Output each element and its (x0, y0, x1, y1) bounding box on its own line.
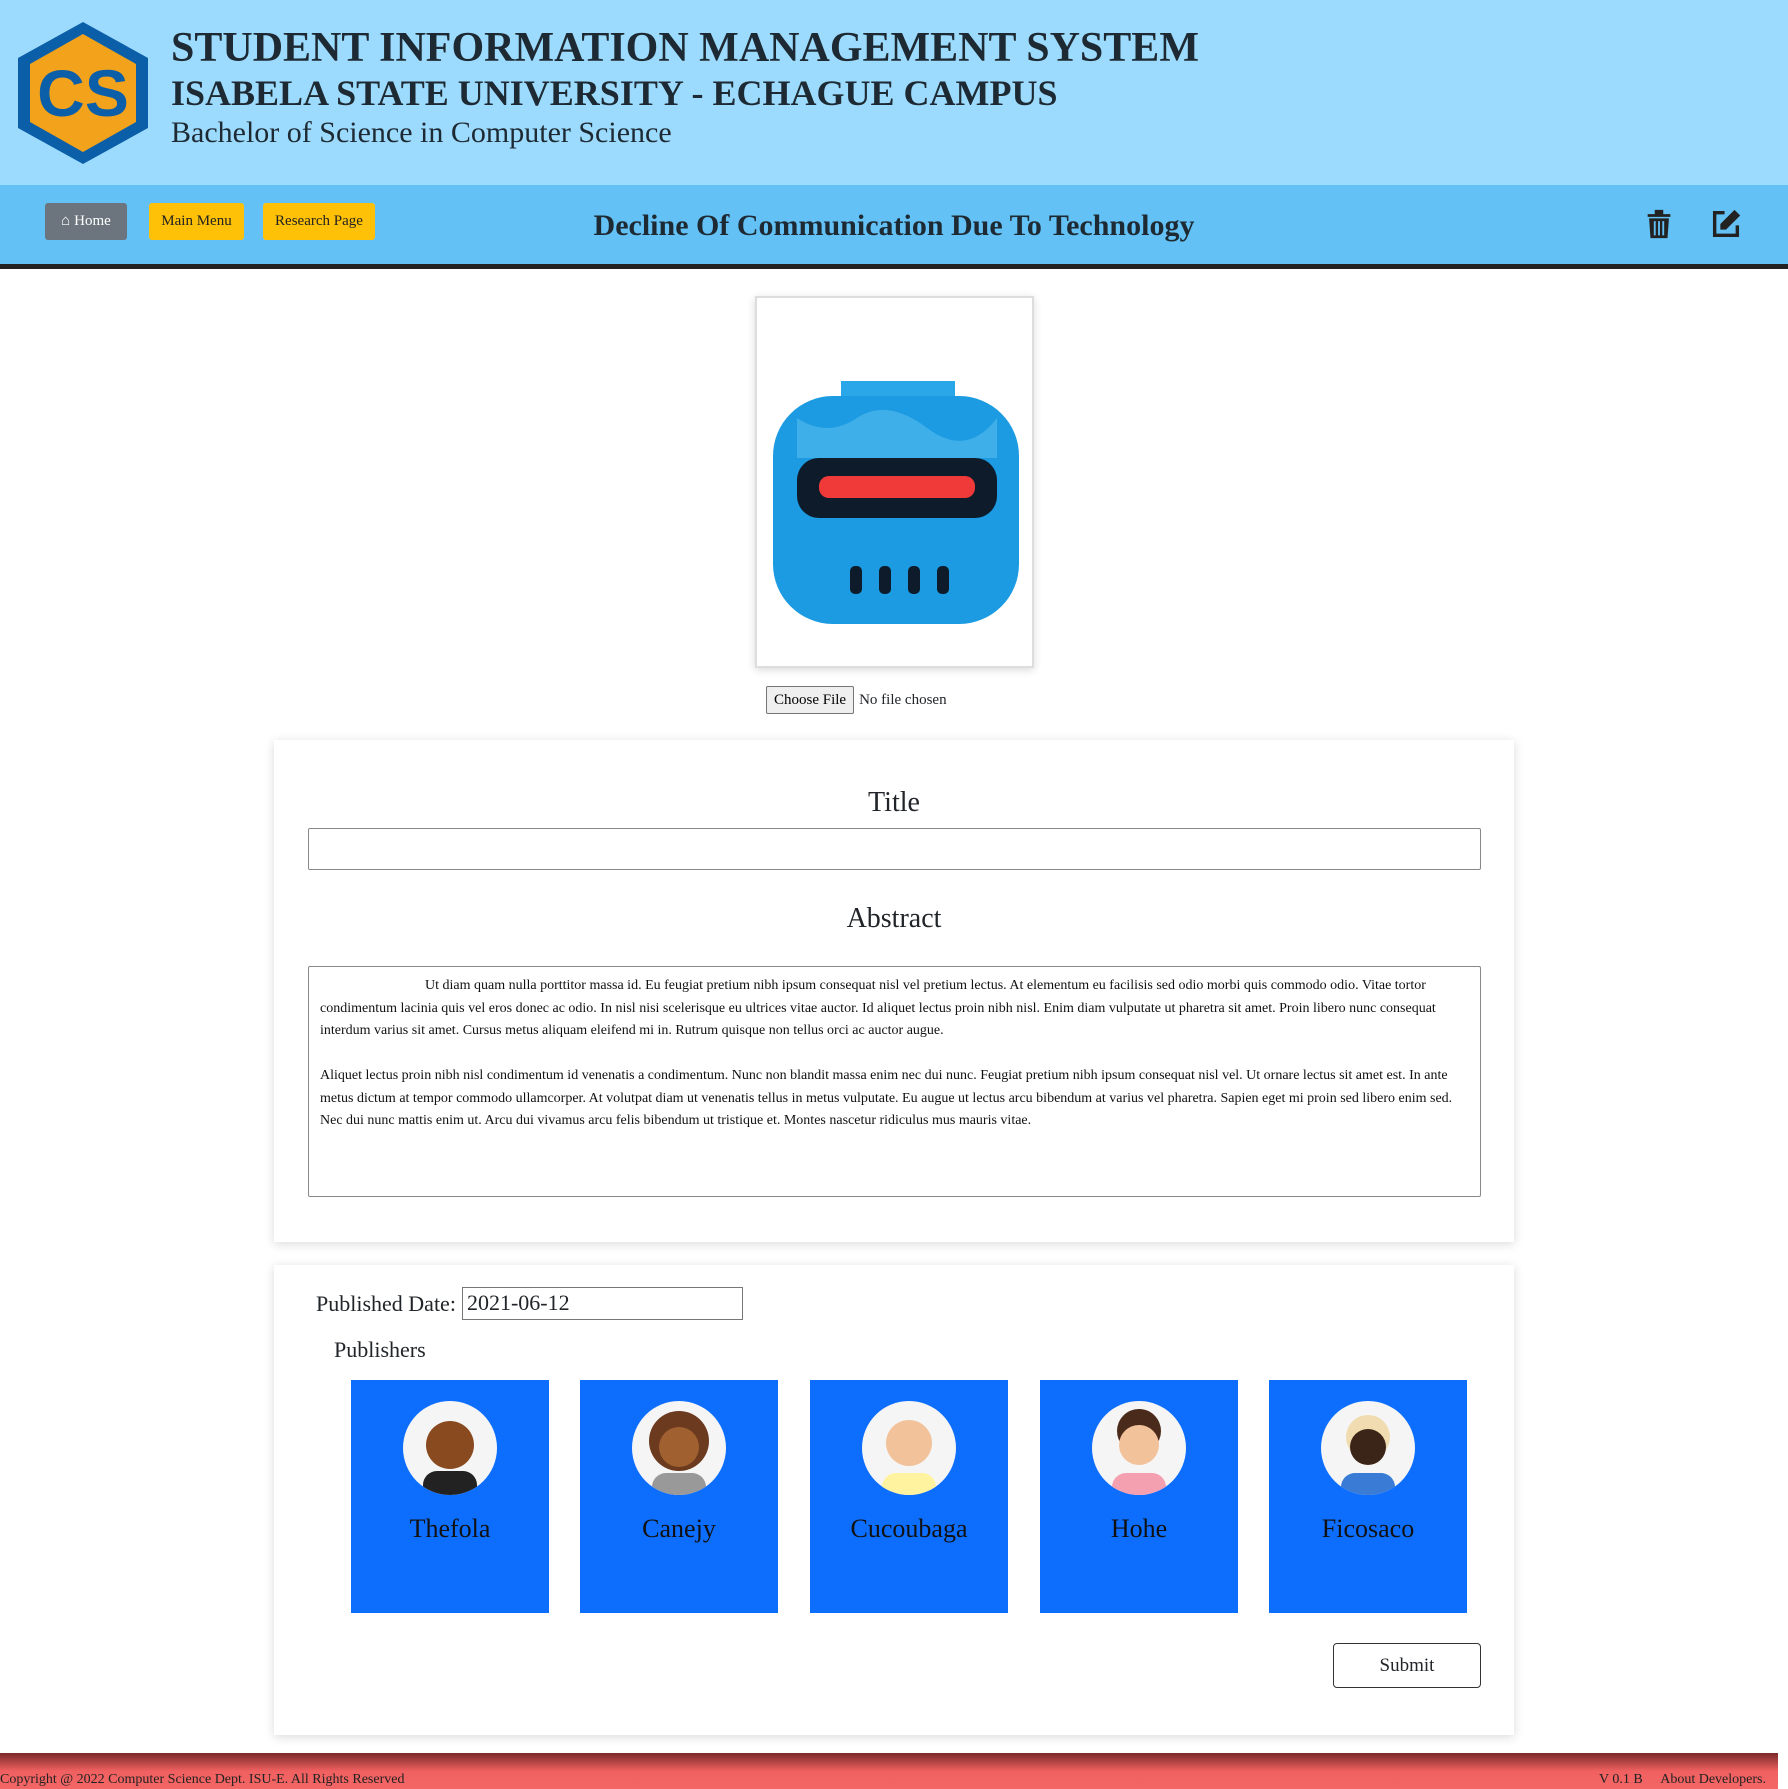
submit-button[interactable]: Submit (1333, 1643, 1481, 1688)
publishers-label: Publishers (334, 1337, 426, 1362)
details-card: Title Abstract Ut diam quam nulla portti… (274, 740, 1514, 1242)
published-date: Published Date: 2021-06-12 (316, 1287, 743, 1320)
published-date-input[interactable]: 2021-06-12 (461, 1287, 743, 1320)
abstract-label: Abstract (846, 903, 942, 934)
title-label: Title (868, 787, 920, 818)
publisher-name: Hohe (1110, 1514, 1168, 1543)
publisher-name: Thefola (409, 1514, 491, 1543)
abstract-textarea[interactable]: Ut diam quam nulla porttitor massa id. E… (308, 966, 1481, 1197)
university-name: ISABELA STATE UNIVERSITY - ECHAGUE CAMPU… (171, 73, 1058, 113)
file-input[interactable]: Choose File No file chosen (766, 686, 947, 714)
page-title: Decline Of Communication Due To Technolo… (593, 209, 1195, 242)
system-title: STUDENT INFORMATION MANAGEMENT SYSTEM (171, 25, 1199, 71)
publishing-card: Published Date: 2021-06-12 Publishers Th… (274, 1265, 1514, 1735)
program-name: Bachelor of Science in Computer Science (171, 116, 672, 149)
avatar (862, 1401, 956, 1495)
publisher-card[interactable]: Hohe (1040, 1380, 1238, 1613)
version-text: V 0.1 B (1599, 1772, 1643, 1787)
robot-image-icon (773, 381, 1019, 624)
cs-logo: CS (18, 22, 148, 164)
publisher-name: Canejy (642, 1514, 716, 1543)
footer: Copyright @ 2022 Computer Science Dept. … (0, 1753, 1778, 1789)
about-developers-link[interactable]: About Developers. (1660, 1772, 1766, 1787)
title-input[interactable] (308, 828, 1481, 870)
published-date-label: Published Date: (316, 1290, 456, 1316)
publisher-name: Ficosaco (1321, 1514, 1415, 1543)
header: CS STUDENT INFORMATION MANAGEMENT SYSTEM… (0, 0, 1788, 185)
publisher-name: Cucoubaga (850, 1514, 968, 1543)
publisher-card[interactable]: Cucoubaga (810, 1380, 1008, 1613)
publisher-card[interactable]: Canejy (580, 1380, 778, 1613)
publisher-card[interactable]: Ficosaco (1269, 1380, 1467, 1613)
avatar (1321, 1401, 1415, 1495)
choose-file-button[interactable]: Choose File (766, 686, 855, 714)
edit-icon[interactable] (1709, 207, 1743, 241)
avatar (632, 1401, 726, 1495)
avatar (1092, 1401, 1186, 1495)
navbar: ⌂ Home Main Menu Research Page Decline Of… (0, 185, 1788, 269)
copyright-text: Copyright @ 2022 Computer Science Dept. … (0, 1772, 405, 1787)
avatar (403, 1401, 497, 1495)
publisher-card[interactable]: Thefola (351, 1380, 549, 1613)
file-status: No file chosen (859, 691, 947, 708)
trash-icon[interactable] (1642, 207, 1676, 241)
svg-text:CS: CS (37, 56, 129, 130)
research-image (755, 296, 1034, 668)
